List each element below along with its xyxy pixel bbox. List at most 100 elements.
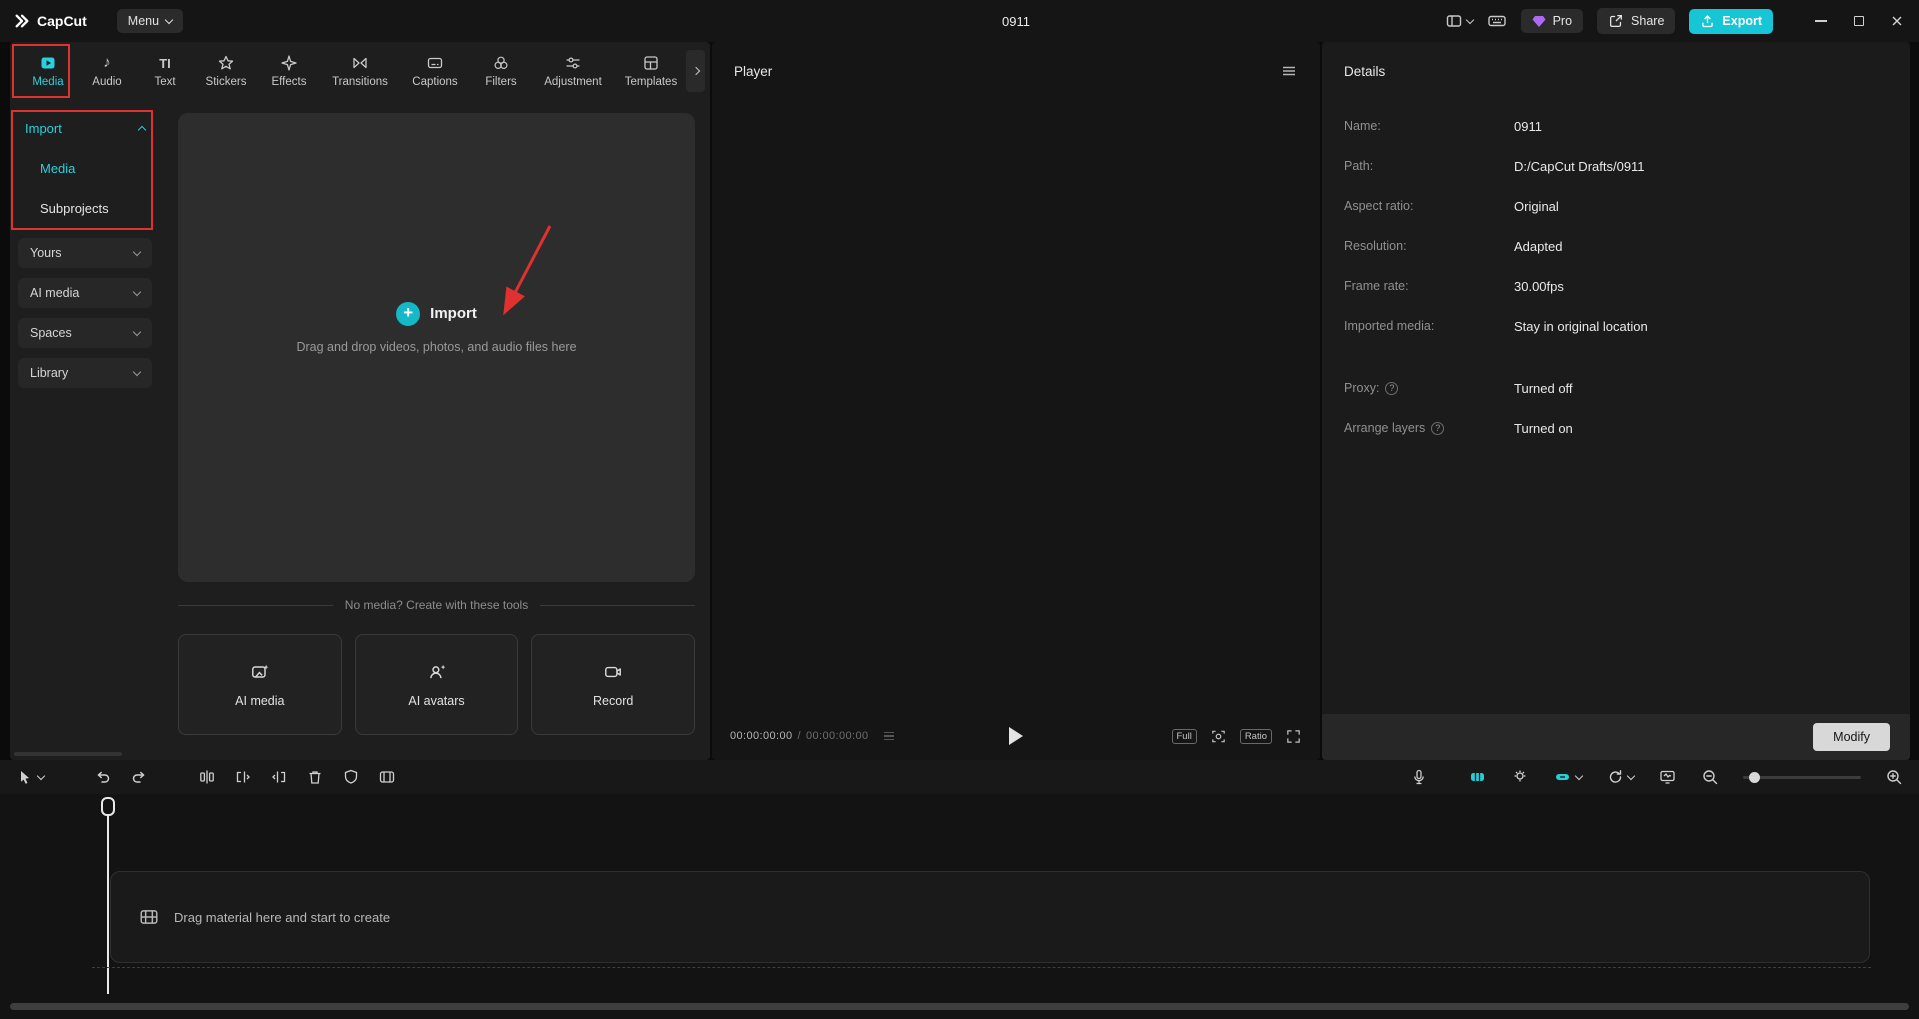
auto-captions-button[interactable] xyxy=(1553,768,1584,786)
timeline-zoom-slider[interactable] xyxy=(1743,771,1861,783)
modify-button[interactable]: Modify xyxy=(1813,723,1890,751)
detail-row: Proxy: ? Turned off xyxy=(1344,379,1894,397)
sidebar-item-subprojects[interactable]: Subprojects xyxy=(10,188,160,228)
more-tabs-button[interactable] xyxy=(686,50,705,92)
lighting-button[interactable] xyxy=(1511,768,1529,786)
tab-text[interactable]: TI Text xyxy=(136,42,194,100)
timeline-drop-hint: Drag material here and start to create xyxy=(174,909,391,925)
chevron-down-icon xyxy=(132,247,142,256)
effects-icon xyxy=(280,54,298,72)
timecode-options-icon[interactable] xyxy=(883,731,894,741)
import-action[interactable]: + Import xyxy=(396,301,477,326)
chevron-down-icon xyxy=(132,327,142,336)
magnetic-snap-button[interactable] xyxy=(1468,768,1487,786)
timeline-drop-zone[interactable]: Drag material here and start to create xyxy=(110,871,1870,963)
record-button[interactable]: Record xyxy=(531,634,696,735)
delete-left-button[interactable] xyxy=(234,768,252,786)
share-icon xyxy=(1608,13,1624,29)
track-options-button[interactable] xyxy=(1606,768,1636,786)
tab-captions[interactable]: Captions xyxy=(400,42,470,100)
plus-icon: + xyxy=(396,301,421,326)
cursor-icon xyxy=(21,771,29,784)
freeze-frame-icon xyxy=(379,771,395,783)
fullscreen-button[interactable] xyxy=(1285,728,1302,745)
tab-label: Stickers xyxy=(205,76,247,88)
tab-stickers[interactable]: Stickers xyxy=(194,42,258,100)
mask-button[interactable] xyxy=(342,768,360,786)
sidebar-group-spaces[interactable]: Spaces xyxy=(18,318,152,348)
tools-divider-label: No media? Create with these tools xyxy=(344,598,529,612)
ai-avatars-button[interactable]: AI avatars xyxy=(354,634,519,735)
info-icon[interactable]: ? xyxy=(1385,381,1399,395)
media-panel: Media ♪ Audio TI Text Stickers Effects T… xyxy=(10,42,710,760)
chevron-right-icon xyxy=(691,66,700,76)
media-panel-scrollbar[interactable] xyxy=(14,752,122,756)
preview-quality-button[interactable] xyxy=(1658,768,1677,786)
capcut-logo: CapCut xyxy=(14,13,87,29)
player-menu-button[interactable] xyxy=(1280,62,1298,80)
detail-row: Frame rate: 30.00fps xyxy=(1344,277,1894,295)
detail-row: Arrange layers ? Turned on xyxy=(1344,419,1894,437)
sidebar-group-yours[interactable]: Yours xyxy=(18,238,152,268)
details-title: Details xyxy=(1344,63,1386,79)
sidebar-group-ai-media[interactable]: AI media xyxy=(18,278,152,308)
group-label: Spaces xyxy=(30,326,72,340)
sidebar-item-import[interactable]: Import xyxy=(10,108,160,148)
info-icon[interactable]: ? xyxy=(1431,421,1445,435)
tab-filters[interactable]: Filters xyxy=(470,42,532,100)
tab-label: Filters xyxy=(485,76,517,88)
zoom-in-button[interactable] xyxy=(1885,768,1903,786)
share-button[interactable]: Share xyxy=(1597,8,1676,34)
sidebar-media-label: Media xyxy=(40,160,76,176)
zoom-slider-handle[interactable] xyxy=(1749,771,1760,783)
minimize-button[interactable] xyxy=(1813,13,1829,29)
tab-templates[interactable]: Templates xyxy=(614,42,688,100)
tab-media[interactable]: Media xyxy=(18,42,78,100)
freeze-frame-button[interactable] xyxy=(378,768,396,786)
maximize-button[interactable] xyxy=(1851,13,1867,29)
tab-label: Captions xyxy=(412,76,458,88)
play-button[interactable] xyxy=(1009,727,1023,745)
tab-effects[interactable]: Effects xyxy=(258,42,320,100)
playhead-handle[interactable] xyxy=(101,797,115,816)
player-panel: Player 00:00:00:00 / 00:00:00:00 Full Ra… xyxy=(712,42,1320,760)
mask-icon xyxy=(344,769,358,784)
tool-label: Record xyxy=(593,693,634,708)
ai-media-button[interactable]: AI media xyxy=(178,634,342,735)
close-button[interactable] xyxy=(1889,13,1905,29)
detail-row: Name: 0911 xyxy=(1344,117,1894,135)
media-drop-area[interactable]: + Import Drag and drop videos, photos, a… xyxy=(178,113,695,582)
voiceover-button[interactable] xyxy=(1410,768,1428,786)
keyboard-shortcuts-button[interactable] xyxy=(1487,12,1507,30)
menu-label: Menu xyxy=(127,14,160,28)
tab-label: Effects xyxy=(271,76,307,88)
tab-audio[interactable]: ♪ Audio xyxy=(78,42,136,100)
pro-badge[interactable]: Pro xyxy=(1520,9,1584,33)
select-tool-button[interactable] xyxy=(16,768,46,786)
tab-adjustment[interactable]: Adjustment xyxy=(532,42,614,100)
fullscreen-icon xyxy=(1287,729,1300,743)
ai-avatars-icon xyxy=(429,664,445,678)
ratio-badge[interactable]: Ratio xyxy=(1239,728,1272,744)
details-footer: Modify xyxy=(1322,714,1910,760)
zoom-out-button[interactable] xyxy=(1701,768,1719,786)
tab-label: Transitions xyxy=(332,76,388,88)
delete-button[interactable] xyxy=(306,768,324,786)
menu-button[interactable]: Menu xyxy=(116,9,184,33)
layout-switcher-button[interactable] xyxy=(1445,12,1474,30)
sidebar-item-media[interactable]: Media xyxy=(10,148,160,188)
templates-icon xyxy=(642,54,660,72)
split-button[interactable] xyxy=(198,768,216,786)
redo-button[interactable] xyxy=(130,768,148,786)
app-name: CapCut xyxy=(37,13,87,29)
delete-right-button[interactable] xyxy=(270,768,288,786)
tab-transitions[interactable]: Transitions xyxy=(320,42,400,100)
chevron-up-icon xyxy=(137,125,147,134)
preview-quality-badge[interactable]: Full xyxy=(1171,728,1197,744)
focus-button[interactable] xyxy=(1210,728,1227,745)
timeline[interactable]: Drag material here and start to create xyxy=(0,794,1919,1019)
timeline-scrollbar[interactable] xyxy=(10,1003,1909,1010)
sidebar-group-library[interactable]: Library xyxy=(18,358,152,388)
undo-button[interactable] xyxy=(94,768,112,786)
export-button[interactable]: Export xyxy=(1689,8,1773,34)
